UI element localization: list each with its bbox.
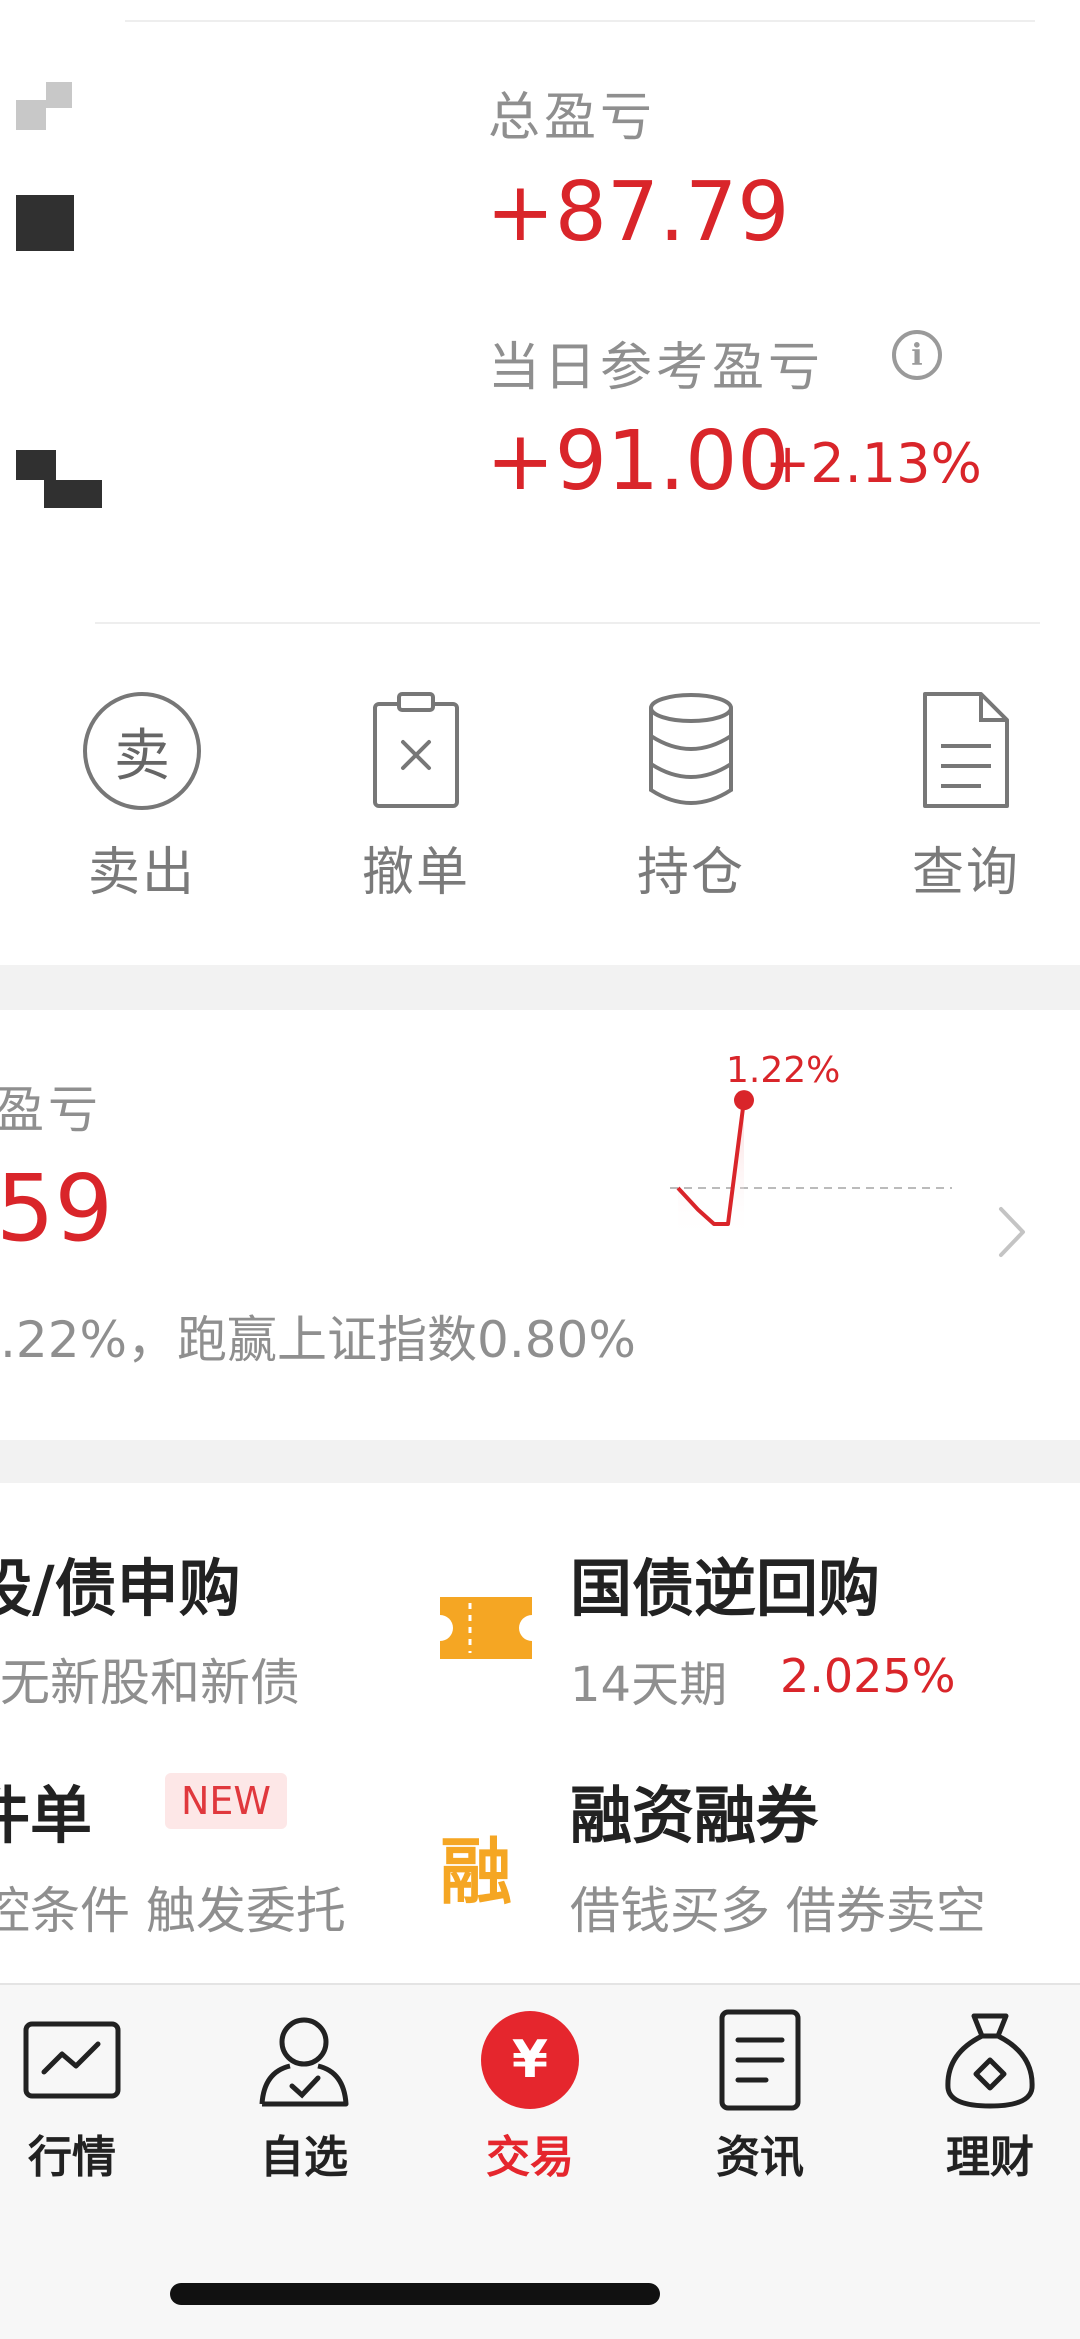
wealth-bag-icon (910, 2005, 1070, 2115)
margin-trading-item[interactable]: 融 融资融券 借钱买多 借券卖空 (440, 1723, 1080, 1983)
tab-trade[interactable]: ¥ 交易 (450, 2005, 610, 2185)
tab-watchlist-label: 自选 (260, 2132, 348, 2183)
query-label: 查询 (911, 843, 1020, 903)
tab-trade-label: 交易 (486, 2132, 574, 2183)
divider (125, 20, 1035, 22)
reverse-repo-term: 14天期 (570, 1657, 728, 1713)
tab-watchlist[interactable]: 自选 (224, 2005, 384, 2185)
masked-value (16, 450, 56, 480)
tab-wealth[interactable]: 理财 (910, 2005, 1070, 2185)
trade-yen-icon: ¥ (450, 2005, 610, 2115)
database-icon (591, 680, 791, 810)
chart-peak-label: 1.22% (726, 1050, 841, 1091)
watchlist-user-icon (224, 2005, 384, 2115)
home-indicator (170, 2283, 660, 2305)
divider (95, 622, 1040, 624)
tab-news-label: 资讯 (716, 2132, 804, 2183)
tab-market[interactable]: 行情 (0, 2005, 152, 2185)
conditional-order-subtitle: 控条件 触发委托 (0, 1882, 346, 1940)
masked-value (16, 195, 74, 251)
tab-wealth-label: 理财 (946, 2132, 1034, 2183)
new-badge: NEW (165, 1773, 288, 1829)
conditional-order-title: 件单 (0, 1779, 93, 1852)
news-icon (680, 2005, 840, 2115)
reverse-repo-title: 国债逆回购 (570, 1552, 881, 1625)
info-icon[interactable]: i (892, 330, 942, 380)
tab-news[interactable]: 资讯 (680, 2005, 840, 2185)
margin-trading-title: 融资融券 (570, 1779, 819, 1852)
positions-button[interactable]: 持仓 (591, 680, 791, 905)
account-summary-card: 总盈亏 +87.79 当日参考盈亏 i +91.00 +2.13% 卖 卖出 撤… (0, 0, 1080, 965)
masked-value (46, 82, 72, 108)
query-button[interactable]: 查询 (866, 680, 1066, 905)
ipo-subtitle: 无新股和新债 (0, 1654, 300, 1712)
cancel-order-label: 撤单 (361, 843, 470, 903)
market-chart-icon (0, 2005, 152, 2115)
tab-market-label: 行情 (28, 2132, 116, 2183)
masked-value (16, 100, 46, 130)
profit-title: 盈亏 (0, 1081, 102, 1139)
positions-label: 持仓 (636, 843, 745, 903)
daily-pl-label: 当日参考盈亏 (488, 338, 825, 398)
reverse-repo-item[interactable]: 国债逆回购 14天期 2.025% (440, 1483, 1080, 1713)
daily-pl-percent: +2.13% (765, 432, 982, 495)
document-icon (866, 680, 1066, 810)
profit-value: 59 (0, 1155, 114, 1262)
cancel-order-icon (316, 680, 516, 810)
profit-analysis-card[interactable]: 盈亏 59 .22%，跑赢上证指数0.80% 1.22% (0, 1010, 1080, 1440)
sell-button[interactable]: 卖 卖出 (42, 680, 242, 905)
sell-icon: 卖 (42, 680, 242, 810)
margin-trading-icon: 融 (440, 1830, 513, 1914)
cancel-order-button[interactable]: 撤单 (316, 680, 516, 905)
total-pl-value: +87.79 (486, 165, 790, 260)
profit-description: .22%，跑赢上证指数0.80% (0, 1311, 636, 1369)
reverse-repo-rate: 2.025% (780, 1649, 956, 1703)
daily-pl-value: +91.00 (486, 414, 790, 509)
services-card: 股/债申购 无新股和新债 国债逆回购 14天期 2.025% 件单 NEW 控条… (0, 1483, 1080, 1983)
sparkline-peak-point (734, 1090, 754, 1111)
chevron-right-icon[interactable] (995, 1205, 1029, 1259)
masked-value (44, 480, 102, 508)
ipo-title: 股/债申购 (0, 1552, 241, 1625)
total-pl-label: 总盈亏 (488, 88, 657, 148)
sell-label: 卖出 (87, 843, 196, 903)
ticket-icon (440, 1597, 532, 1659)
margin-trading-subtitle: 借钱买多 借券卖空 (570, 1882, 986, 1940)
